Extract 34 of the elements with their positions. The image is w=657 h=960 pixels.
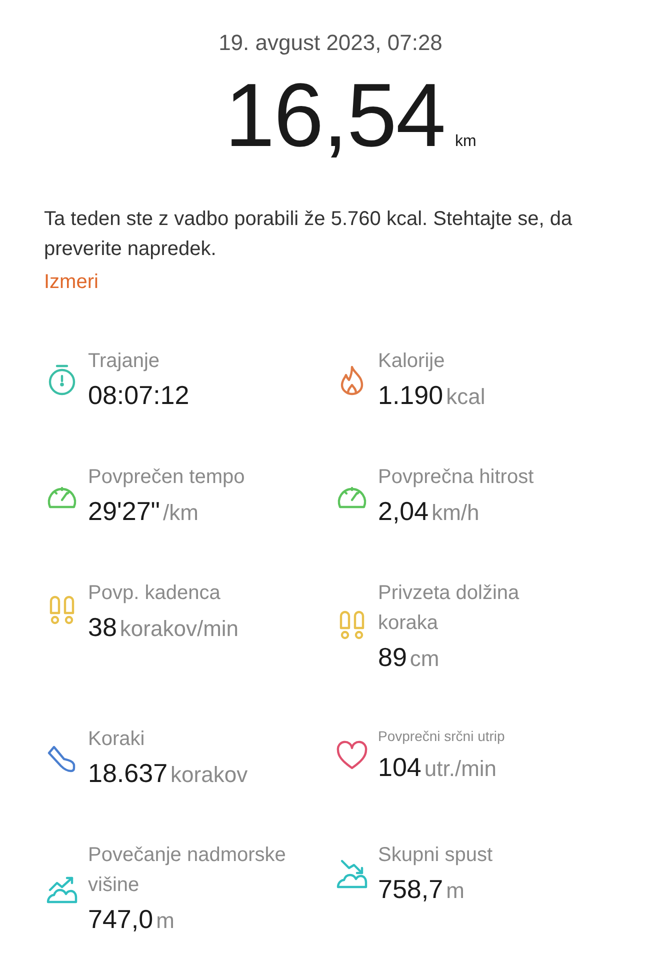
- workout-date: 19. avgust 2023, 07:28: [218, 29, 444, 57]
- stat-label: Povprečni srčni utrip: [378, 727, 505, 746]
- stat-label: Povp. kadenca: [88, 581, 222, 606]
- stat-label: Privzeta dolžina koraka: [378, 581, 520, 636]
- stat-label: Skupni spust: [378, 843, 493, 868]
- stat-label: Povprečna hitrost: [378, 465, 534, 490]
- weekly-calories-message: Ta teden ste z vadbo porabili že 5.760 kcal. Stehtajte se, da preverite napredek.: [44, 207, 574, 262]
- measure-link[interactable]: Izmeri: [44, 268, 98, 296]
- stat-value: 1.190: [378, 379, 444, 412]
- stat-label: Trajanje: [88, 349, 161, 374]
- stat-value: 18.637: [88, 757, 168, 790]
- stat-value: 2,04: [378, 495, 429, 528]
- stat-value: 89: [378, 641, 407, 674]
- distance-value: 16,54: [224, 66, 445, 166]
- stat-unit: korakov/min: [120, 615, 239, 643]
- stat-unit: kcal: [446, 383, 486, 411]
- stat-label: Kalorije: [378, 349, 446, 374]
- stat-value: 08:07:12: [88, 379, 190, 412]
- stat-value: 104: [378, 751, 422, 784]
- stat-value: 29'27": [88, 495, 160, 528]
- stat-unit: km/h: [432, 499, 480, 527]
- stat-value: 758,7: [378, 873, 444, 906]
- stat-unit: korakov: [170, 761, 248, 789]
- stat-unit: cm: [410, 645, 440, 673]
- stat-value: 747,0: [88, 903, 154, 936]
- stat-label: Koraki: [88, 727, 146, 752]
- stat-unit: /km: [163, 499, 198, 527]
- stat-label: Povprečen tempo: [88, 465, 245, 490]
- stat-unit: m: [446, 877, 464, 905]
- distance-unit: km: [454, 133, 476, 151]
- stat-unit: m: [156, 907, 174, 935]
- stat-label: Povečanje nadmorske višine: [88, 843, 287, 898]
- stat-value: 38: [88, 611, 117, 644]
- stat-unit: utr./min: [424, 755, 497, 783]
